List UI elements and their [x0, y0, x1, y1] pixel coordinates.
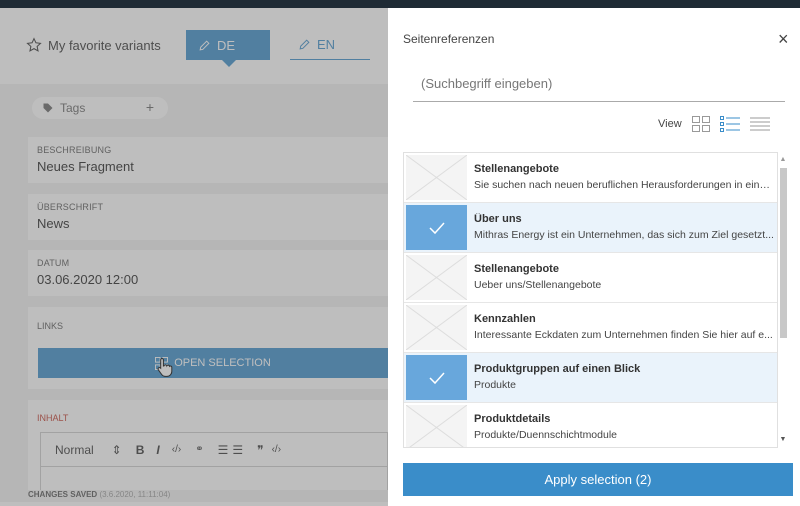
reference-list: Stellenangebote Sie suchen nach neuen be…	[403, 152, 778, 448]
list-item[interactable]: Produktgruppen auf einen Blick Produkte	[404, 353, 777, 403]
list-item-title: Über uns	[474, 213, 522, 225]
page-references-panel: Seitenreferenzen × View Stellenangebote …	[388, 8, 800, 506]
list-item[interactable]: Stellenangebote Ueber uns/Stellenangebot…	[404, 253, 777, 303]
list-item[interactable]: Stellenangebote Sie suchen nach neuen be…	[404, 153, 777, 203]
top-bar	[0, 0, 800, 8]
scroll-up-icon[interactable]: ▲	[778, 156, 788, 163]
checkmark-icon	[406, 355, 467, 400]
placeholder-image-icon	[406, 405, 467, 447]
list-item[interactable]: Kennzahlen Interessante Eckdaten zum Unt…	[404, 303, 777, 353]
close-icon[interactable]: ×	[778, 30, 789, 48]
list-item-description: Mithras Energy ist ein Unternehmen, das …	[474, 229, 774, 241]
scroll-down-icon[interactable]: ▼	[778, 436, 788, 443]
list-item-title: Produktdetails	[474, 413, 551, 425]
placeholder-image-icon	[406, 155, 467, 200]
list-item-title: Stellenangebote	[474, 163, 559, 175]
list-item-title: Kennzahlen	[474, 313, 536, 325]
grid-view-icon[interactable]	[691, 116, 710, 132]
list-item-description: Produkte	[474, 379, 517, 391]
list-item-title: Produktgruppen auf einen Blick	[474, 363, 641, 375]
view-label: View	[658, 118, 682, 130]
checkmark-icon	[406, 205, 467, 250]
list-thumbnail-view-icon[interactable]	[719, 116, 740, 132]
scrollbar-thumb[interactable]	[780, 168, 787, 338]
list-item-description: Ueber uns/Stellenangebote	[474, 279, 602, 291]
list-item[interactable]: Produktdetails Produkte/Duennschichtmodu…	[404, 403, 777, 447]
list-item-description: Interessante Eckdaten zum Unternehmen fi…	[474, 329, 773, 341]
list-item-title: Stellenangebote	[474, 263, 559, 275]
placeholder-image-icon	[406, 305, 467, 350]
view-switcher: View	[658, 116, 780, 132]
search-input[interactable]	[413, 66, 785, 102]
compact-list-view-icon[interactable]	[749, 116, 770, 132]
list-item-description: Sie suchen nach neuen beruflichen Heraus…	[474, 179, 774, 191]
modal-overlay[interactable]	[0, 8, 388, 506]
apply-selection-button[interactable]: Apply selection (2)	[403, 463, 793, 496]
list-item[interactable]: Über uns Mithras Energy ist ein Unterneh…	[404, 203, 777, 253]
list-item-description: Produkte/Duennschichtmodule	[474, 429, 618, 441]
panel-title: Seitenreferenzen	[403, 32, 495, 46]
placeholder-image-icon	[406, 255, 467, 300]
list-scrollbar[interactable]: ▲ ▼	[778, 152, 788, 448]
